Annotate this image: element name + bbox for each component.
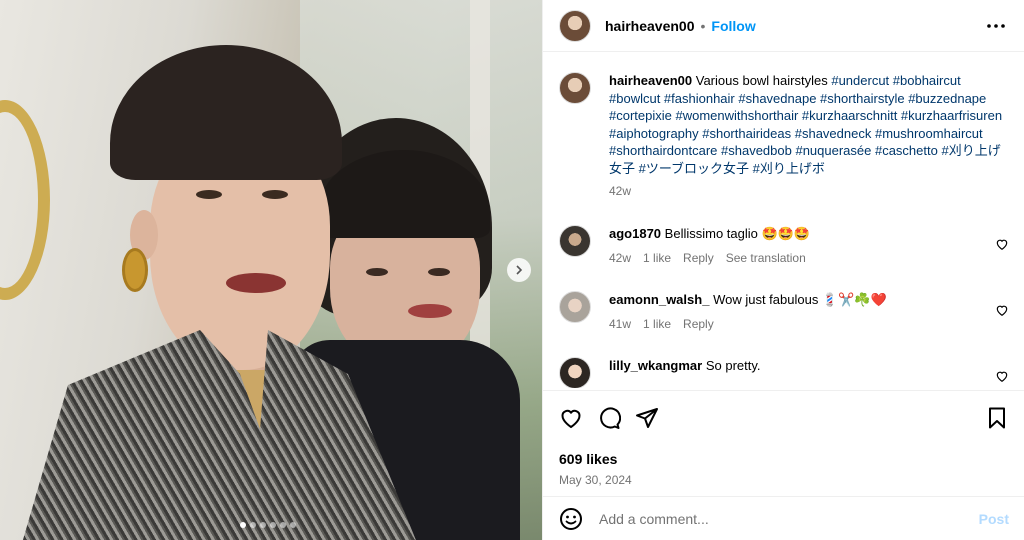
background-mirror <box>0 100 50 300</box>
post-date[interactable]: May 30, 2024 <box>559 473 1009 487</box>
comment-username[interactable]: lilly_wkangmar <box>609 358 702 373</box>
emoji-icon[interactable] <box>559 507 583 531</box>
post-side-panel: hairheaven00 • Follow hairheaven00 Vario… <box>542 0 1024 540</box>
comments-list[interactable]: hairheaven00 Various bowl hairstyles #un… <box>543 56 1024 388</box>
post-header: hairheaven00 • Follow <box>543 0 1024 52</box>
person-back-eye <box>366 268 388 276</box>
heart-icon[interactable] <box>995 369 1009 383</box>
comment-text: So pretty. <box>705 357 761 373</box>
reply-button[interactable]: Reply <box>683 250 714 267</box>
heart-icon[interactable] <box>995 237 1009 251</box>
post-comment-button[interactable]: Post <box>979 511 1009 527</box>
carousel-dots <box>240 522 296 528</box>
comment-time[interactable]: 41w <box>609 316 631 333</box>
carousel-dot <box>290 522 296 528</box>
person-back-eye <box>428 268 450 276</box>
carousel-dot <box>280 522 286 528</box>
post-actions: 609 likes May 30, 2024 <box>543 390 1024 487</box>
comment-time[interactable]: 42w <box>609 250 631 267</box>
person-back-lips <box>408 304 452 318</box>
person-front-earring <box>122 248 148 292</box>
post-author-username[interactable]: hairheaven00 <box>605 18 695 34</box>
caption-hashtags[interactable]: #undercut #bobhaircut #bowlcut #fashionh… <box>609 73 1002 176</box>
header-separator: • <box>700 17 706 34</box>
avatar[interactable] <box>559 224 591 257</box>
avatar[interactable] <box>559 290 591 323</box>
share-icon[interactable] <box>635 406 659 430</box>
caption: hairheaven00 Various bowl hairstyles #un… <box>559 72 1009 201</box>
comment-text: Wow just fabulous 💈✂️☘️❤️ <box>713 291 887 307</box>
avatar[interactable] <box>559 72 591 104</box>
comment-item: lilly_wkangmar So pretty. <box>559 356 1009 388</box>
comment-item: eamonn_walsh_ Wow just fabulous 💈✂️☘️❤️ … <box>559 290 1009 333</box>
like-button[interactable] <box>559 406 583 430</box>
person-front-eye <box>262 190 288 199</box>
person-front-eye <box>196 190 222 199</box>
post-media[interactable] <box>0 0 542 540</box>
add-comment-bar: Post <box>543 496 1024 540</box>
comment-icon[interactable] <box>597 406 621 430</box>
more-options-button[interactable] <box>984 14 1008 38</box>
comment-likes[interactable]: 1 like <box>643 250 671 267</box>
comment-username[interactable]: ago1870 <box>609 226 661 241</box>
comment-likes[interactable]: 1 like <box>643 316 671 333</box>
comment-input[interactable] <box>599 510 979 527</box>
comment-text: Bellissimo taglio 🤩🤩🤩 <box>664 225 811 241</box>
likes-count[interactable]: 609 likes <box>559 451 1009 467</box>
follow-button[interactable]: Follow <box>711 18 755 34</box>
person-front-lips <box>226 273 286 293</box>
carousel-dot <box>260 522 266 528</box>
carousel-dot <box>270 522 276 528</box>
heart-icon[interactable] <box>995 303 1009 317</box>
caption-username[interactable]: hairheaven00 <box>609 73 692 88</box>
see-translation-button[interactable]: See translation <box>726 250 806 267</box>
caption-text: Various bowl hairstyles <box>695 73 828 88</box>
avatar[interactable] <box>559 9 591 42</box>
bookmark-icon[interactable] <box>985 406 1009 430</box>
next-slide-icon <box>516 265 523 275</box>
carousel-dot <box>250 522 256 528</box>
next-slide-button[interactable] <box>507 258 531 282</box>
avatar[interactable] <box>559 356 591 388</box>
comment-item: ago1870 Bellissimo taglio 🤩🤩🤩 42w 1 like… <box>559 224 1009 267</box>
carousel-dot <box>240 522 246 528</box>
more-icon <box>987 23 1005 28</box>
caption-time[interactable]: 42w <box>609 183 1009 201</box>
comment-username[interactable]: eamonn_walsh_ <box>609 292 709 307</box>
reply-button[interactable]: Reply <box>683 316 714 333</box>
